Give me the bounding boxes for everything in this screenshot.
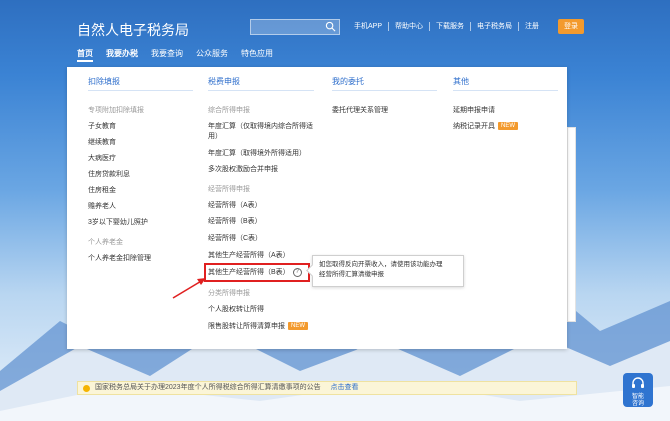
menu-item-equity-incentive[interactable]: 多次股权激励合并申报 bbox=[208, 164, 278, 174]
tooltip-text: 经营所得汇算清缴申报 bbox=[319, 271, 384, 278]
dropdown-menu: 扣除填报 专项附加扣除填报 子女教育 继续教育 大病医疗 住房贷款利息 住房租金… bbox=[67, 67, 567, 349]
menu-item-medical[interactable]: 大病医疗 bbox=[88, 153, 116, 163]
search-input[interactable] bbox=[250, 19, 340, 35]
nav-features[interactable]: 特色应用 bbox=[241, 48, 273, 62]
menu-item-agent-relation[interactable]: 委托代理关系管理 bbox=[332, 105, 388, 115]
menu-item-infant-care[interactable]: 3岁以下婴幼儿照护 bbox=[88, 217, 148, 227]
new-badge: NEW bbox=[288, 322, 308, 331]
menu-item-business-b[interactable]: 经营所得（B表） bbox=[208, 216, 262, 226]
group-label: 个人养老金 bbox=[88, 239, 123, 246]
red-arrow-icon bbox=[172, 278, 206, 299]
nav-tax-handling[interactable]: 我要办税 bbox=[106, 48, 138, 62]
top-links: 手机APP 帮助中心 下载服务 电子税务局 注册 bbox=[348, 22, 545, 31]
service-label: 咨询 bbox=[631, 401, 644, 407]
menu-item-label[interactable]: 纳税记录开具 bbox=[453, 123, 495, 130]
service-label: 智能 bbox=[631, 394, 644, 400]
menu-item-business-a[interactable]: 经营所得（A表） bbox=[208, 200, 262, 210]
site-title[interactable]: 自然人电子税务局 bbox=[77, 20, 189, 40]
menu-item-continuing-education[interactable]: 继续教育 bbox=[88, 137, 116, 147]
group-label: 专项附加扣除填报 bbox=[88, 107, 144, 114]
nav-query[interactable]: 我要查询 bbox=[151, 48, 183, 62]
menu-item-rent[interactable]: 住房租金 bbox=[88, 185, 116, 195]
menu-item-label[interactable]: 限售股转让所得清算申报 bbox=[208, 323, 285, 330]
smart-consult-button[interactable]: 智能 咨询 bbox=[623, 373, 653, 407]
nav-public-service[interactable]: 公众服务 bbox=[196, 48, 228, 62]
notice-link[interactable]: 点击查看 bbox=[331, 384, 359, 391]
col-title-other: 其他 bbox=[453, 76, 558, 91]
top-link-register[interactable]: 注册 bbox=[519, 22, 545, 31]
menu-item-equity-transfer[interactable]: 个人股权转让所得 bbox=[208, 304, 264, 314]
search-icon[interactable] bbox=[325, 21, 336, 32]
login-button[interactable]: 登录 bbox=[558, 19, 584, 34]
notice-bar: 国家税务总局关于办理2023年度个人所得税综合所得汇算清缴事项的公告 点击查看 bbox=[77, 381, 577, 395]
menu-item-child-education[interactable]: 子女教育 bbox=[88, 121, 116, 131]
main-nav: 首页 我要办税 我要查询 公众服务 特色应用 bbox=[77, 48, 286, 62]
col-title-deduction: 扣除填报 bbox=[88, 76, 193, 91]
top-link-etax[interactable]: 电子税务局 bbox=[471, 22, 520, 31]
group-label: 经营所得申报 bbox=[208, 186, 250, 193]
top-link-download[interactable]: 下载服务 bbox=[430, 22, 472, 31]
background-card bbox=[567, 127, 576, 322]
menu-item-restricted-stock[interactable]: 限售股转让所得清算申报 NEW bbox=[208, 321, 308, 331]
menu-item-business-c[interactable]: 经营所得（C表） bbox=[208, 233, 262, 243]
top-link-help[interactable]: 帮助中心 bbox=[389, 22, 431, 31]
nav-home[interactable]: 首页 bbox=[77, 48, 93, 62]
menu-item-annual-domestic-cont[interactable]: 用） bbox=[208, 131, 222, 141]
menu-item-tax-record[interactable]: 纳税记录开具 NEW bbox=[453, 121, 518, 131]
menu-item-annual-domestic[interactable]: 年度汇算（仅取得境内综合所得适 bbox=[208, 121, 313, 131]
tooltip-text: 如您取得反向开票收入，请使用该功能办理 bbox=[319, 261, 443, 268]
col-title-delegation: 我的委托 bbox=[332, 76, 437, 91]
notice-text: 国家税务总局关于办理2023年度个人所得税综合所得汇算清缴事项的公告 bbox=[95, 384, 321, 391]
tooltip: 如您取得反向开票收入，请使用该功能办理 经营所得汇算清缴申报 bbox=[312, 255, 464, 287]
new-badge: NEW bbox=[498, 122, 518, 131]
menu-item-mortgage[interactable]: 住房贷款利息 bbox=[88, 169, 130, 179]
group-label: 综合所得申报 bbox=[208, 107, 250, 114]
menu-item-extension[interactable]: 延期申报申请 bbox=[453, 105, 495, 115]
group-label: 分类所得申报 bbox=[208, 290, 250, 297]
notice-icon bbox=[83, 385, 90, 392]
col-title-tax-declaration: 税费申报 bbox=[208, 76, 314, 91]
headset-icon bbox=[632, 377, 644, 388]
highlight-box bbox=[204, 263, 310, 282]
top-link-app[interactable]: 手机APP bbox=[348, 22, 390, 31]
menu-item-elderly-support[interactable]: 赡养老人 bbox=[88, 201, 116, 211]
menu-item-annual-overseas[interactable]: 年度汇算（取得境外所得适用） bbox=[208, 148, 306, 158]
menu-item-pension[interactable]: 个人养老金扣除管理 bbox=[88, 253, 151, 263]
menu-item-other-business-a[interactable]: 其他生产经营所得（A表） bbox=[208, 250, 290, 260]
